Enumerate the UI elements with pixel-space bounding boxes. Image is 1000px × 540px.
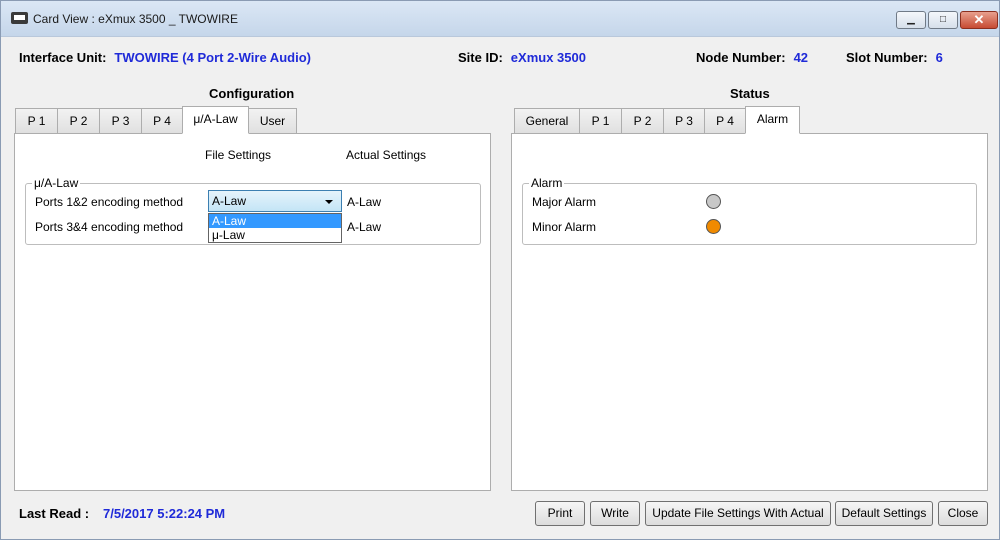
ulaw-alaw-group: μ/A-Law Ports 1&2 encoding method A-Law … — [25, 176, 481, 245]
ports-1-2-label: Ports 1&2 encoding method — [35, 195, 184, 209]
last-read-value: 7/5/2017 5:22:24 PM — [103, 506, 226, 521]
site-id-label: Site ID: — [458, 50, 503, 65]
dropdown-option-alaw[interactable]: A-Law — [209, 214, 341, 228]
config-tab-p2[interactable]: P 2 — [57, 108, 100, 134]
maximize-button[interactable]: □ — [928, 11, 958, 29]
interface-unit-value: TWOWIRE (4 Port 2-Wire Audio) — [114, 50, 311, 65]
configuration-title: Configuration — [209, 86, 295, 101]
status-panel: Alarm Major Alarm Minor Alarm — [511, 133, 988, 491]
slot-number-label: Slot Number: — [846, 50, 928, 65]
ports-1-2-encoding-select[interactable]: A-Law — [208, 190, 342, 212]
slot-number-value: 6 — [935, 50, 943, 65]
dropdown-option-ulaw[interactable]: μ-Law — [209, 228, 341, 242]
config-tab-p3[interactable]: P 3 — [99, 108, 142, 134]
chevron-down-icon — [325, 200, 333, 204]
site-id-info: Site ID: eXmux 3500 — [458, 50, 586, 68]
alarm-group: Alarm Major Alarm Minor Alarm — [522, 176, 977, 245]
file-settings-header: File Settings — [205, 148, 272, 162]
default-settings-button[interactable]: Default Settings — [835, 501, 933, 526]
status-tab-p3[interactable]: P 3 — [663, 108, 705, 134]
config-tab-p4[interactable]: P 4 — [141, 108, 183, 134]
status-tab-p2[interactable]: P 2 — [621, 108, 664, 134]
status-tab-p4[interactable]: P 4 — [704, 108, 746, 134]
card-view-window: Card View : eXmux 3500 _ TWOWIRE ▁ □ ✕ I… — [0, 0, 1000, 540]
minimize-button[interactable]: ▁ — [896, 11, 926, 29]
update-file-settings-button[interactable]: Update File Settings With Actual — [645, 501, 831, 526]
ports-1-2-actual-value: A-Law — [347, 195, 382, 209]
ports-3-4-label: Ports 3&4 encoding method — [35, 220, 184, 234]
status-title: Status — [730, 86, 770, 101]
close-window-button[interactable]: ✕ — [960, 11, 998, 29]
encoding-dropdown-list: A-Law μ-Law — [208, 213, 342, 243]
write-button[interactable]: Write — [590, 501, 640, 526]
major-alarm-label: Major Alarm — [532, 195, 597, 209]
app-icon — [11, 12, 28, 24]
print-button[interactable]: Print — [535, 501, 585, 526]
window-title: Card View : eXmux 3500 _ TWOWIRE — [33, 12, 238, 26]
minor-alarm-label: Minor Alarm — [532, 220, 597, 234]
configuration-panel: File Settings Actual Settings μ/A-Law Po… — [14, 133, 491, 491]
actual-settings-header: Actual Settings — [346, 148, 427, 162]
major-alarm-indicator-icon — [706, 194, 721, 209]
minor-alarm-indicator-icon — [706, 219, 721, 234]
interface-unit-info: Interface Unit: TWOWIRE (4 Port 2-Wire Au… — [19, 50, 311, 68]
node-number-value: 42 — [793, 50, 809, 65]
interface-unit-label: Interface Unit: — [19, 50, 107, 65]
config-tab-p1[interactable]: P 1 — [15, 108, 58, 134]
node-number-info: Node Number: 42 — [696, 50, 808, 68]
close-button[interactable]: Close — [938, 501, 988, 526]
last-read-label: Last Read : — [19, 506, 90, 521]
slot-number-info: Slot Number: 6 — [846, 50, 943, 68]
status-tab-p1[interactable]: P 1 — [579, 108, 622, 134]
status-tab-general[interactable]: General — [514, 108, 580, 134]
status-tab-alarm[interactable]: Alarm — [745, 106, 800, 134]
ports-3-4-actual-value: A-Law — [347, 220, 382, 234]
node-number-label: Node Number: — [696, 50, 786, 65]
ports-1-2-encoding-value: A-Law — [212, 194, 247, 208]
site-id-value: eXmux 3500 — [510, 50, 586, 65]
ulaw-alaw-group-label: μ/A-Law — [32, 176, 81, 190]
title-bar[interactable]: Card View : eXmux 3500 _ TWOWIRE ▁ □ ✕ — [1, 1, 999, 37]
config-tab-user[interactable]: User — [248, 108, 297, 134]
alarm-group-label: Alarm — [529, 176, 565, 190]
config-tab-ulaw-alaw[interactable]: μ/A-Law — [182, 106, 249, 134]
